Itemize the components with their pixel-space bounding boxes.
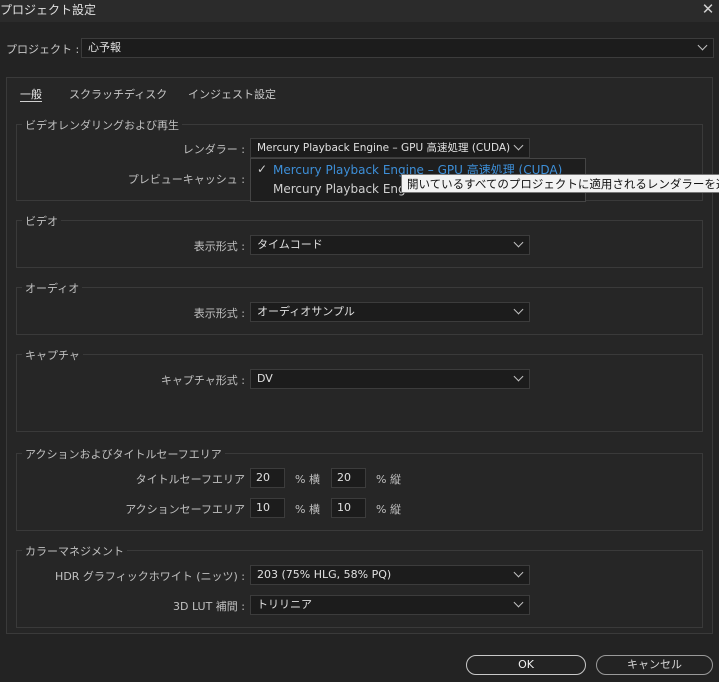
tab-ingest-settings[interactable]: インジェスト設定 — [188, 86, 276, 102]
renderer-tooltip: 開いているすべてのプロジェクトに適用されるレンダラーを選択 — [401, 174, 719, 193]
video-format-label: 表示形式 : — [193, 240, 245, 253]
chevron-down-icon — [513, 304, 524, 315]
project-value: 心予報 — [88, 41, 121, 54]
section-title-video: ビデオ — [22, 213, 61, 229]
lut-interpolation-select[interactable]: トリリニア — [250, 595, 530, 615]
tab-general[interactable]: 一般 — [20, 86, 42, 102]
video-format-select[interactable]: タイムコード — [250, 235, 530, 255]
action-safe-vertical-unit: % 縦 — [376, 503, 401, 516]
cancel-button[interactable]: キャンセル — [596, 655, 713, 675]
section-title-color-management: カラーマネジメント — [22, 543, 127, 559]
chevron-down-icon — [513, 567, 524, 578]
title-safe-horizontal-input[interactable]: 20 — [250, 468, 285, 488]
audio-format-label: 表示形式 : — [193, 307, 245, 320]
title-bar — [0, 0, 719, 22]
action-safe-vertical-input[interactable]: 10 — [331, 498, 366, 518]
renderer-label: レンダラー : — [182, 143, 245, 156]
audio-format-select[interactable]: オーディオサンプル — [250, 302, 530, 322]
active-tab-indicator — [20, 101, 42, 102]
close-icon[interactable]: ✕ — [699, 0, 717, 18]
lut-interpolation-value: トリリニア — [257, 598, 312, 611]
action-safe-horizontal-input[interactable]: 10 — [250, 498, 285, 518]
renderer-value: Mercury Playback Engine – GPU 高速処理 (CUDA… — [257, 142, 511, 154]
project-select[interactable]: 心予報 — [81, 38, 714, 58]
project-label: プロジェクト : — [6, 43, 80, 56]
chevron-down-icon — [513, 140, 524, 151]
capture-format-select[interactable]: DV — [250, 369, 530, 389]
title-safe-label: タイトルセーフエリア — [135, 473, 245, 486]
title-safe-horizontal-unit: % 横 — [295, 473, 320, 486]
hdr-white-select[interactable]: 203 (75% HLG, 58% PQ) — [250, 565, 530, 585]
section-color-management — [16, 550, 703, 628]
action-safe-horizontal-unit: % 横 — [295, 503, 320, 516]
preview-cache-label: プレビューキャッシュ : — [127, 173, 245, 186]
tab-scratch-disks[interactable]: スクラッチディスク — [69, 86, 167, 102]
section-safe-areas — [16, 453, 703, 531]
chevron-down-icon — [513, 371, 524, 382]
ok-button[interactable]: OK — [466, 655, 586, 675]
section-title-audio: オーディオ — [22, 280, 83, 296]
title-safe-vertical-input[interactable]: 20 — [331, 468, 366, 488]
capture-format-value: DV — [257, 372, 273, 385]
title-safe-vertical-unit: % 縦 — [376, 473, 401, 486]
section-title-video-rendering: ビデオレンダリングおよび再生 — [22, 117, 182, 133]
capture-format-label: キャプチャ形式 : — [160, 374, 245, 387]
chevron-down-icon — [697, 40, 708, 51]
chevron-down-icon — [513, 237, 524, 248]
renderer-option-software[interactable]: Mercury Playback Eng — [273, 182, 406, 196]
section-title-capture: キャプチャ — [22, 347, 83, 363]
lut-interpolation-label: 3D LUT 補間 : — [172, 600, 245, 613]
video-format-value: タイムコード — [257, 238, 323, 251]
check-icon: ✓ — [257, 162, 268, 176]
renderer-select[interactable]: Mercury Playback Engine – GPU 高速処理 (CUDA… — [250, 138, 530, 158]
audio-format-value: オーディオサンプル — [257, 305, 355, 318]
section-capture — [16, 354, 703, 432]
hdr-white-value: 203 (75% HLG, 58% PQ) — [257, 568, 392, 581]
action-safe-label: アクションセーフエリア — [125, 503, 245, 516]
window-title: プロジェクト設定 — [0, 3, 97, 17]
hdr-white-label: HDR グラフィックホワイト (ニッツ) : — [55, 570, 245, 583]
section-title-safe-areas: アクションおよびタイトルセーフエリア — [22, 446, 225, 462]
chevron-down-icon — [513, 597, 524, 608]
